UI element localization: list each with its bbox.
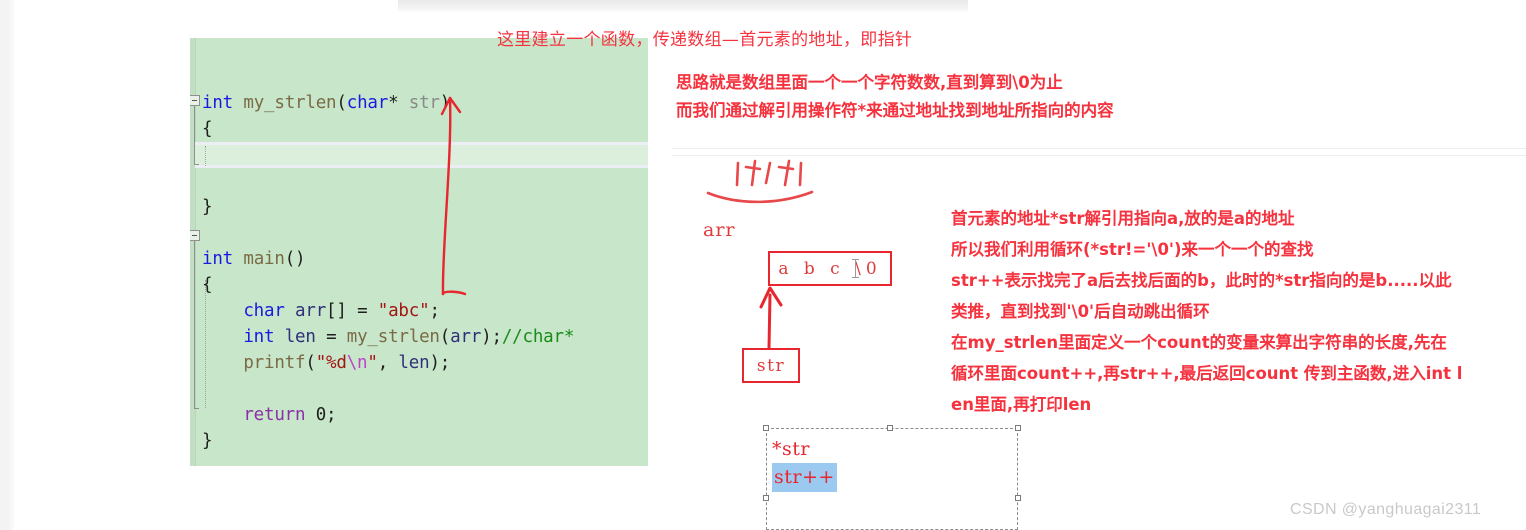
horizontal-divider-upper [672, 148, 1526, 149]
token-escape-n: \n [346, 353, 368, 373]
resize-handle-top-left[interactable] [763, 425, 769, 431]
paren-open-3: ( [305, 353, 316, 373]
page-left-edge-strip [0, 0, 14, 530]
diagram-array-box: a b c \0 [768, 251, 892, 286]
token-format-open: "%d [315, 353, 347, 373]
textbox-content[interactable]: *str str++ [772, 436, 837, 492]
token-format-close: " [367, 353, 378, 373]
token-int-3: int [243, 327, 275, 347]
csdn-watermark: CSDN @yanghuagai2311 [1290, 501, 1482, 518]
resize-handle-top-right[interactable] [1015, 425, 1021, 431]
textbox-line-deref: *str [772, 438, 810, 460]
paren-close-3: ); [429, 353, 451, 373]
token-printf: printf [243, 353, 306, 373]
token-len-decl: len [284, 327, 316, 347]
semi-2: ; [326, 405, 337, 425]
paren-open-2: ( [439, 327, 451, 347]
annotation-explanation-text: 首元素的地址*str解引用指向a,放的是a的地址 所以我们利用循环(*str!=… [951, 209, 1463, 414]
arrow-to-str-parameter [440, 96, 467, 296]
token-return: return [243, 405, 306, 425]
comma-1: , [377, 353, 389, 373]
fold-foot-main [194, 408, 199, 409]
brace-close-2: } [202, 431, 213, 451]
diagram-pointer-box-str: str [742, 348, 800, 383]
token-arr-arg: arr [450, 327, 482, 347]
annotation-title-text: 这里建立一个函数，传递数组—首元素的地址，即指针 [497, 30, 913, 50]
token-my-strlen-call: my_strlen [346, 327, 440, 347]
token-len-arg: len [398, 353, 430, 373]
token-comment-char-star: //char* [501, 327, 575, 347]
textbox-line-increment-selected: str++ [772, 463, 837, 492]
resize-handle-middle-right[interactable] [1015, 495, 1021, 501]
top-toolbar-strip [398, 0, 968, 12]
text-caret-ibeam [852, 259, 859, 278]
paren-close-2: ); [481, 327, 502, 347]
assign-2: = [326, 327, 337, 347]
annotation-idea-text: 思路就是数组里面一个一个字符数数,直到算到\0为止 而我们通过解引用操作符*来通… [676, 73, 1114, 120]
token-zero: 0 [315, 405, 327, 425]
resize-handle-middle-left[interactable] [763, 495, 769, 501]
diagram-label-arr: arr [703, 219, 736, 241]
resize-handle-top-center[interactable] [887, 425, 893, 431]
